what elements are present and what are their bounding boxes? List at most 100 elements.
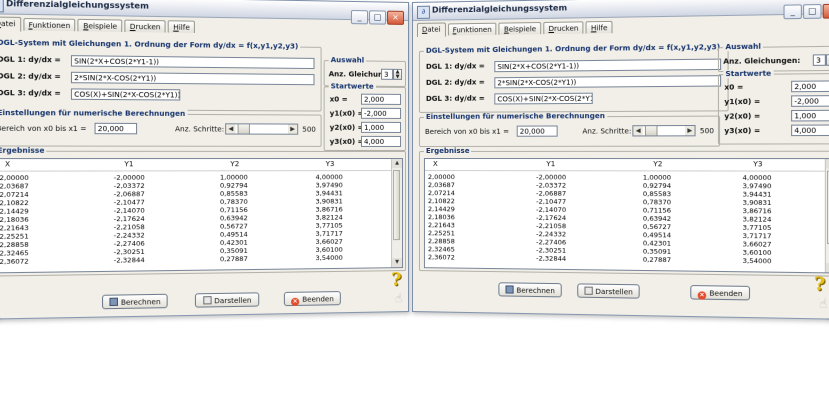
scroll-thumb[interactable]	[393, 170, 401, 241]
minimize-button[interactable]: _	[783, 4, 802, 20]
table-cell: 2,25251	[427, 229, 455, 238]
help-icon[interactable]: ?	[391, 269, 402, 290]
berechnen-button[interactable]: Berechnen	[498, 282, 562, 298]
results-list[interactable]: X Y1 Y2 Y3 2,00000 -2,00000 1,00000 4,00000…	[0, 158, 404, 274]
chart-icon	[584, 286, 593, 295]
table-cell: 3,86716	[742, 206, 772, 216]
y3-start-input[interactable]: 4,000	[791, 124, 829, 137]
table-cell: 3,90831	[742, 198, 772, 208]
slider-left-arrow-icon[interactable]: ◀	[226, 124, 236, 134]
bereich-input[interactable]: 20,000	[516, 125, 558, 137]
y2-start-input[interactable]: 1,000	[360, 121, 402, 133]
table-cell: 3,94431	[742, 190, 772, 199]
table-cell: 0,78370	[219, 197, 248, 207]
tab-drucken[interactable]: Drucken	[543, 21, 584, 35]
y1-start-label: y1(x0) =	[724, 97, 761, 107]
x0-input[interactable]: 2,000	[360, 93, 402, 105]
tab-datei[interactable]: Datei	[416, 22, 446, 37]
y2-start-input[interactable]: 1,000	[791, 109, 829, 122]
table-cell: 2,25251	[0, 232, 29, 241]
schritte-label: Anz. Schritte:	[582, 127, 632, 136]
table-cell: 0,49514	[219, 230, 248, 239]
minimize-button[interactable]: _	[350, 10, 369, 25]
x0-input[interactable]: 2,000	[791, 80, 829, 93]
title-bar[interactable]: ∂ Differenzialgleichungssystem _□×	[412, 0, 829, 21]
tab-hilfe[interactable]: Hilfe	[585, 20, 613, 34]
berechnen-button[interactable]: Berechnen	[102, 293, 168, 310]
tab-beispiele[interactable]: Beispiele	[498, 21, 542, 35]
table-cell: -2,27406	[536, 238, 567, 247]
table-cell: -2,21058	[113, 222, 145, 232]
tab-drucken[interactable]: Drucken	[124, 19, 166, 33]
dgl2-input[interactable]: 2*SIN(2*X-COS(2*Y1))	[70, 71, 315, 86]
dgl2-input[interactable]: 2*SIN(2*X-COS(2*Y1))	[494, 75, 722, 89]
results-scrollbar[interactable]: ▲ ▼	[824, 159, 829, 273]
anz-gleichungen-input[interactable]: 3	[812, 54, 826, 66]
tab-datei[interactable]: Datei	[0, 16, 21, 32]
table-cell: 0,85583	[642, 189, 672, 199]
y1-start-input[interactable]: -2,000	[791, 95, 829, 107]
scroll-up-icon[interactable]: ▲	[392, 159, 403, 169]
table-cell: -2,03372	[113, 181, 145, 191]
tab-hilfe[interactable]: Hilfe	[167, 20, 196, 33]
ergebnisse-group: Ergebnisse X Y1 Y2 Y3 2,00000 -2,00000 1,0…	[418, 146, 829, 277]
dgl3-input[interactable]: COS(X)+SIN(2*X-COS(2*Y1))	[70, 88, 181, 101]
slider-right-arrow-icon[interactable]: ▶	[684, 126, 695, 136]
auswahl-legend: Auswahl	[723, 42, 764, 52]
tab-bar: Datei Funktionen Beispiele Drucken Hilfe	[0, 16, 197, 34]
tab-funktionen[interactable]: Funktionen	[23, 18, 76, 32]
tab-funktionen[interactable]: Funktionen	[447, 22, 497, 36]
darstellen-button[interactable]: Darstellen	[194, 292, 260, 308]
slider-right-arrow-icon[interactable]: ▶	[287, 124, 298, 134]
slider-thumb[interactable]	[237, 124, 250, 134]
table-cell: 3,66027	[315, 237, 343, 246]
y1-start-input[interactable]: -2,000	[360, 107, 402, 119]
table-cell: 0,92794	[219, 181, 248, 190]
dgl-group-legend: DGL-System mit Gleichungen 1. Ordnung de…	[423, 43, 723, 55]
einstellungen-legend: Einstellungen für numerische Berechnunge…	[423, 111, 608, 121]
schritte-slider[interactable]: ◀ ▶	[632, 124, 696, 137]
table-cell: 0,27887	[642, 255, 672, 265]
header-y1: Y1	[546, 160, 556, 169]
schritte-value: 500	[302, 125, 316, 134]
maximize-button[interactable]: □	[803, 4, 822, 19]
darstellen-button[interactable]: Darstellen	[577, 283, 640, 299]
header-y1: Y1	[124, 160, 134, 169]
table-cell: 1,00000	[219, 173, 248, 182]
slider-thumb[interactable]	[644, 126, 658, 136]
table-cell: 0,35091	[642, 247, 672, 256]
y3-start-input[interactable]: 4,000	[360, 135, 402, 147]
app-icon: ∂	[0, 0, 4, 13]
beenden-button[interactable]: × Beenden	[690, 285, 751, 301]
table-cell: 2,21643	[0, 223, 29, 233]
window-controls: _□×	[782, 0, 829, 20]
schritte-slider[interactable]: ◀ ▶	[225, 123, 299, 135]
reflection-left: ∂ Differenzialgleichungssystem _□× Datei…	[2, 312, 407, 404]
close-button[interactable]: ×	[387, 10, 405, 25]
maximize-button[interactable]: □	[369, 10, 387, 25]
table-cell: 3,90831	[315, 197, 343, 206]
tab-beispiele[interactable]: Beispiele	[77, 18, 123, 32]
close-button[interactable]: ×	[822, 3, 829, 19]
dgl3-input[interactable]: COS(X)+SIN(2*X-COS(2*Y1))	[494, 92, 593, 105]
anz-gleichungen-input[interactable]: 3	[381, 68, 394, 80]
results-list[interactable]: X Y1 Y2 Y3 2,00000 -2,00000 1,00000 4,00000…	[423, 158, 829, 274]
dgl1-input[interactable]: SIN(2*X+COS(2*Y1-1))	[494, 58, 722, 73]
beenden-button[interactable]: × Beenden	[283, 291, 341, 307]
ergebnisse-legend: Ergebnisse	[0, 146, 47, 155]
table-cell: -2,24332	[536, 230, 567, 239]
bereich-input[interactable]: 20,000	[94, 122, 138, 135]
help-icon[interactable]: ?	[814, 273, 826, 295]
table-cell: -2,03372	[536, 181, 567, 190]
table-cell: -2,14070	[113, 206, 145, 215]
scroll-down-icon[interactable]: ▼	[392, 258, 403, 268]
table-cell: 0,92794	[642, 181, 672, 190]
y2-start-label: y2(x0) =	[329, 123, 364, 132]
dgl1-input[interactable]: SIN(2*X+COS(2*Y1-1))	[70, 55, 315, 70]
results-scrollbar[interactable]: ▲ ▼	[391, 159, 403, 268]
anz-gleichungen-spinner[interactable]: ▲▼	[393, 68, 403, 80]
table-cell: -2,21058	[536, 221, 567, 231]
table-cell: 3,97490	[315, 181, 343, 190]
slider-left-arrow-icon[interactable]: ◀	[633, 126, 643, 136]
table-cell: 0,63942	[219, 214, 248, 223]
